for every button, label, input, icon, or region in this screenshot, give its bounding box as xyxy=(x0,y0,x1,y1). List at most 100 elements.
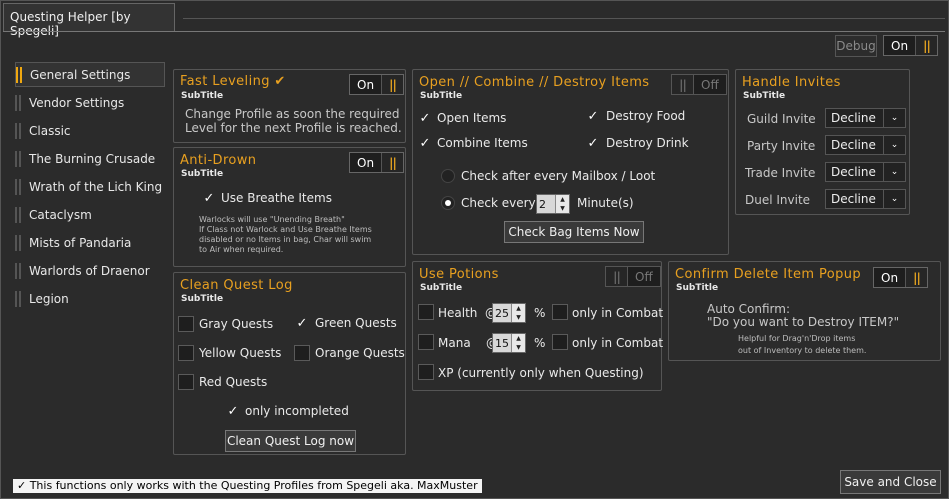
anti-drown-note-3: disabled or no Items in bag, Char will s… xyxy=(199,235,372,244)
panel-title: Anti-Drown xyxy=(180,153,257,168)
anti-drown-note-1: Warlocks will use "Unending Breath" xyxy=(199,215,345,224)
panel-items: Open // Combine // Destroy Items SubTitl… xyxy=(412,69,729,255)
gray-quests-label: Gray Quests xyxy=(199,317,274,331)
minutes-value: 2 xyxy=(539,197,546,211)
radio-check-every[interactable] xyxy=(441,196,455,210)
pause-bars-icon: || xyxy=(672,75,694,94)
sidebar-item-draenor[interactable]: Warlords of Draenor xyxy=(15,258,165,283)
select-value: Decline xyxy=(831,111,876,125)
checkmark-icon: ✓ xyxy=(587,135,599,151)
bar-icon xyxy=(15,150,21,167)
radio-check-every-label: Check every xyxy=(461,196,536,210)
sidebar-item-legion[interactable]: Legion xyxy=(15,286,165,311)
only-incompleted-checkbox[interactable]: ✓ xyxy=(225,403,241,419)
xp-checkbox[interactable] xyxy=(418,364,434,380)
selection-bar-icon xyxy=(16,66,22,83)
use-breathe-label: Use Breathe Items xyxy=(221,191,332,205)
minutes-stepper[interactable]: 2 ▲ ▼ xyxy=(536,194,570,214)
checkmark-icon: ✓ xyxy=(203,190,215,206)
sidebar-item-label: Legion xyxy=(29,291,69,306)
panel-title: Fast Leveling ✔ xyxy=(180,74,286,89)
main-toggle[interactable]: On || xyxy=(883,35,939,56)
bar-icon xyxy=(15,206,21,223)
fast-leveling-toggle[interactable]: On || xyxy=(349,74,405,95)
health-checkbox[interactable] xyxy=(418,304,434,320)
radio-dot-icon xyxy=(445,200,451,206)
footer-note: ✓ This functions only works with the Que… xyxy=(13,479,482,493)
combine-items-checkbox[interactable]: ✓ xyxy=(417,135,433,151)
sidebar-item-classic[interactable]: Classic xyxy=(15,118,165,143)
toggle-label: Off xyxy=(701,77,719,92)
party-invite-select[interactable]: Decline ⌄ xyxy=(825,135,906,155)
checkmark-icon: ✓ xyxy=(419,110,431,126)
destroy-drink-checkbox[interactable]: ✓ xyxy=(585,135,601,151)
sidebar-item-label: Vendor Settings xyxy=(29,95,125,110)
guild-invite-select[interactable]: Decline ⌄ xyxy=(825,108,906,128)
potions-toggle[interactable]: || Off xyxy=(605,266,661,287)
panel-anti-drown: Anti-Drown SubTitle On || ✓ Use Breathe I… xyxy=(173,147,406,267)
health-stepper[interactable]: 25 ▲ ▼ xyxy=(492,303,526,323)
yellow-quests-checkbox[interactable] xyxy=(178,345,194,361)
sidebar-item-label: The Burning Crusade xyxy=(29,151,156,166)
radio-mailbox[interactable] xyxy=(441,169,455,183)
orange-quests-checkbox[interactable] xyxy=(294,345,310,361)
panel-title: Clean Quest Log xyxy=(180,278,293,293)
green-quests-checkbox[interactable]: ✓ xyxy=(294,315,310,331)
stepper-arrows-icon[interactable]: ▲ ▼ xyxy=(511,334,525,352)
save-and-close-button[interactable]: Save and Close xyxy=(840,470,941,494)
destroy-food-checkbox[interactable]: ✓ xyxy=(585,108,601,124)
trade-invite-label: Trade Invite xyxy=(745,166,816,180)
toggle-label: On xyxy=(357,77,375,92)
mana-stepper[interactable]: 15 ▲ ▼ xyxy=(492,333,526,353)
minutes-label: Minute(s) xyxy=(577,196,634,210)
xp-label: XP (currently only when Questing) xyxy=(438,366,644,380)
mana-checkbox[interactable] xyxy=(418,334,434,350)
sidebar-item-label: Cataclysm xyxy=(29,207,92,222)
gray-quests-checkbox[interactable] xyxy=(178,316,194,332)
sidebar-item-vendor-settings[interactable]: Vendor Settings xyxy=(15,90,165,115)
sidebar-item-general-settings[interactable]: General Settings xyxy=(15,62,165,87)
duel-invite-select[interactable]: Decline ⌄ xyxy=(825,189,906,209)
sidebar-item-burning-crusade[interactable]: The Burning Crusade xyxy=(15,146,165,171)
mana-combat-checkbox[interactable] xyxy=(552,334,568,350)
stepper-arrows-icon[interactable]: ▲ ▼ xyxy=(555,195,569,213)
red-quests-checkbox[interactable] xyxy=(178,374,194,390)
check-bag-items-button[interactable]: Check Bag Items Now xyxy=(504,221,644,243)
health-label: Health @ xyxy=(438,306,497,320)
sidebar-item-pandaria[interactable]: Mists of Pandaria xyxy=(15,230,165,255)
confirm-delete-toggle[interactable]: On || xyxy=(873,267,929,288)
open-items-checkbox[interactable]: ✓ xyxy=(417,110,433,126)
trade-invite-select[interactable]: Decline ⌄ xyxy=(825,162,906,182)
sidebar-item-label: Classic xyxy=(29,123,71,138)
auto-confirm-question: "Do you want to Destroy ITEM?" xyxy=(707,315,900,329)
stepper-arrows-icon[interactable]: ▲ ▼ xyxy=(511,304,525,322)
guild-invite-label: Guild Invite xyxy=(747,112,816,126)
panel-title: Use Potions xyxy=(419,267,499,282)
duel-invite-label: Duel Invite xyxy=(745,193,811,207)
panel-subtitle: SubTitle xyxy=(420,283,463,293)
bar-icon xyxy=(15,290,21,307)
yellow-quests-label: Yellow Quests xyxy=(199,346,282,360)
confirm-help-1: Helpful for Drag'n'Drop items xyxy=(738,334,856,343)
debug-button[interactable]: Debug xyxy=(835,35,877,57)
panel-subtitle: SubTitle xyxy=(743,91,786,101)
panel-confirm-delete: Confirm Delete Item Popup SubTitle On || … xyxy=(668,261,941,361)
use-breathe-checkbox[interactable]: ✓ xyxy=(201,190,217,206)
sidebar-item-cataclysm[interactable]: Cataclysm xyxy=(15,202,165,227)
health-combat-checkbox[interactable] xyxy=(552,304,568,320)
confirm-help-2: out of Inventory to delete them. xyxy=(738,346,867,355)
items-toggle[interactable]: || Off xyxy=(671,74,727,95)
panel-subtitle: SubTitle xyxy=(676,283,719,293)
anti-drown-note-2: If Class not Warlock and Use Breathe Ite… xyxy=(199,225,372,234)
clean-quest-log-button[interactable]: Clean Quest Log now xyxy=(225,430,356,452)
combine-items-label: Combine Items xyxy=(437,136,528,150)
pause-bars-icon: || xyxy=(381,75,404,94)
main-divider xyxy=(3,31,945,32)
panel-subtitle: SubTitle xyxy=(420,91,463,101)
window: Questing Helper [by Spegeli] Debug On ||… xyxy=(0,0,949,499)
anti-drown-toggle[interactable]: On || xyxy=(349,152,405,173)
pause-bars-icon: || xyxy=(381,153,404,172)
health-combat-label: only in Combat xyxy=(572,306,664,320)
panel-clean-quest-log: Clean Quest Log SubTitle Gray Quests ✓ G… xyxy=(173,272,406,455)
sidebar-item-wrath[interactable]: Wrath of the Lich King xyxy=(15,174,165,199)
